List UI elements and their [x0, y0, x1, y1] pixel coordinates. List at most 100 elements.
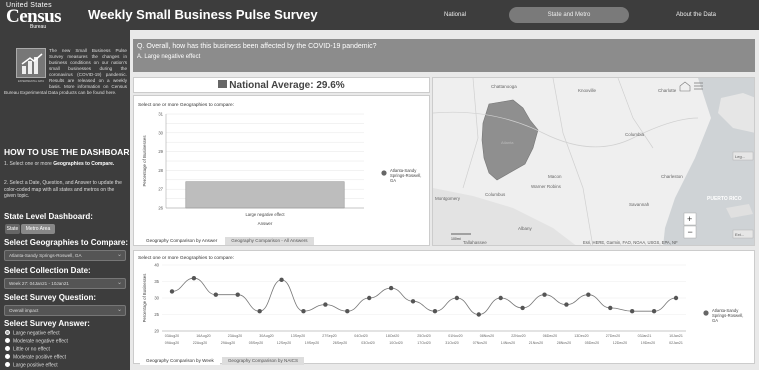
legend-marker — [703, 310, 709, 316]
legend-button-label: Leg... — [735, 154, 745, 159]
geography-dropdown[interactable]: Atlanta-Sandy Springs-Roswell, GA ⌄ — [4, 250, 126, 261]
tab-comparison-by-week[interactable]: Geography Comparison by Week — [140, 357, 220, 365]
radio-icon — [5, 346, 10, 351]
x-tick-label: 17Oct20 — [417, 341, 431, 345]
y-tick-label: 27 — [158, 187, 163, 192]
experimental-data-label: EXPERIMENTAL DATA — [17, 80, 45, 83]
answer-radio-moderate-negative[interactable]: Moderate negative effect — [5, 338, 68, 345]
date-dropdown[interactable]: Week 27: 04Jan21 - 10Jan21 ⌄ — [4, 278, 126, 289]
x-tick-label: 10Jan21 — [669, 334, 683, 338]
geo-heading: Select Geographies to Compare: — [4, 238, 129, 247]
data-point — [191, 276, 197, 281]
bar — [185, 181, 345, 209]
howto-heading: HOW TO USE THE DASHBOARD — [4, 147, 130, 157]
question-heading: Select Survey Question: — [4, 293, 97, 302]
zoom-out-icon: − — [688, 227, 693, 237]
x-tick-label: 06Dec20 — [543, 334, 557, 338]
x-tick-label: 09Aug20 — [165, 341, 179, 345]
map-view[interactable]: Chattanooga Knoxville Charlotte Columbia… — [432, 77, 755, 246]
y-tick-label: 40 — [154, 263, 159, 268]
y-axis-label: Percentage of Businesses — [142, 274, 147, 323]
tab-comparison-by-answer[interactable]: Geography Comparison by Answer — [140, 237, 224, 245]
tab-comparison-all-answers[interactable]: Geography Comparison - All Answers — [225, 237, 314, 245]
x-tick-label: 16Aug20 — [196, 334, 210, 338]
data-point — [323, 302, 328, 307]
y-tick-label: 25 — [154, 312, 159, 317]
legend-label: Atlanta-Sandy Springs-Roswell, GA — [712, 308, 743, 323]
x-tick-label: 18Oct20 — [386, 334, 400, 338]
answer-label: Little or no effect — [13, 346, 50, 353]
chevron-down-icon: ⌄ — [116, 280, 122, 286]
census-logo[interactable]: United States Census Bureau — [6, 2, 82, 30]
y-tick-label: 35 — [154, 279, 159, 284]
data-point — [629, 309, 635, 314]
map-label-knoxville: Knoxville — [578, 88, 597, 93]
answer-radio-little-none[interactable]: Little or no effect — [5, 346, 50, 353]
data-point — [498, 295, 503, 301]
answer-label: Moderate positive effect — [13, 354, 66, 361]
x-tick-label: 05Dec20 — [585, 341, 599, 345]
data-point — [388, 285, 394, 291]
zoom-in-icon: + — [687, 214, 692, 224]
legend-marker — [381, 170, 387, 176]
data-point — [301, 309, 306, 314]
x-tick-label: 04Oct20 — [354, 334, 368, 338]
extent-button-label: Ext... — [735, 232, 744, 237]
bar-chart-icon — [218, 80, 228, 88]
x-tick-label: 01Nov20 — [448, 334, 462, 338]
data-point — [651, 309, 657, 314]
x-tick-label: 13Sep20 — [291, 334, 305, 338]
series-line — [171, 277, 677, 315]
data-point — [213, 292, 219, 297]
data-point — [345, 309, 350, 314]
x-tick-label: 03Jan21 — [638, 334, 652, 338]
nav-tab-national[interactable]: National — [430, 7, 480, 23]
map-attribution: Esri, HERE, Garmin, FAO, NOAA, USGS, EPA… — [583, 240, 678, 245]
x-tick-label: 23Aug20 — [228, 334, 242, 338]
nav-tab-state-metro[interactable]: State and Metro — [509, 7, 629, 23]
nav-tab-about[interactable]: About the Data — [666, 7, 726, 23]
radio-icon — [5, 330, 10, 335]
x-tick-label: 12Sep20 — [277, 341, 291, 345]
x-tick-label: 02Jan21 — [669, 341, 683, 345]
data-point — [257, 309, 262, 314]
question-value: Overall impact — [9, 308, 39, 313]
national-average: National Average: 29.6% — [133, 77, 430, 93]
data-point — [564, 302, 569, 307]
answer-chart-panel: Select one or more Geographies to compar… — [133, 95, 430, 246]
x-tick-label: 27Dec20 — [606, 334, 620, 338]
question-dropdown[interactable]: Overall impact ⌄ — [4, 305, 126, 316]
data-point — [586, 292, 591, 297]
answer-text: A. Large negative effect — [137, 54, 201, 60]
data-point — [542, 292, 547, 297]
x-tick-label: 22Nov20 — [511, 334, 525, 338]
chevron-down-icon: ⌄ — [116, 252, 122, 258]
state-button[interactable]: State — [5, 224, 20, 234]
map-label-columbia: Columbia — [625, 132, 645, 137]
logo-main-text: Census — [6, 6, 62, 27]
bottom-panel-tabs: Geography Comparison by Week Geography C… — [140, 357, 306, 365]
x-tick-label: 12Dec20 — [613, 341, 627, 345]
map-label-columbus: Columbus — [485, 192, 506, 197]
x-tick-label: 08Nov20 — [480, 334, 494, 338]
experimental-data-icon — [16, 48, 46, 78]
data-point — [279, 277, 284, 283]
data-point — [673, 295, 679, 301]
map-scale-label: 100mi — [451, 237, 461, 241]
answer-radio-moderate-positive[interactable]: Moderate positive effect — [5, 354, 66, 361]
x-tick-label: 19Dec20 — [641, 341, 655, 345]
map-canvas[interactable]: Chattanooga Knoxville Charlotte Columbia… — [433, 78, 755, 246]
metro-area-button[interactable]: Metro Area — [21, 224, 55, 234]
x-axis-label: Answer — [258, 221, 273, 226]
tab-comparison-by-naics[interactable]: Geography Comparison by NAICS — [221, 357, 305, 365]
answer-heading: Select Survey Answer: — [4, 319, 90, 328]
answer-label: Large positive effect — [13, 362, 58, 369]
answer-radio-large-negative[interactable]: Large negative effect — [5, 330, 60, 337]
answer-label: Moderate negative effect — [13, 338, 68, 345]
y-tick-label: 30 — [158, 130, 163, 135]
chevron-down-icon: ⌄ — [116, 307, 122, 313]
x-tick-label: 05Sep20 — [249, 341, 263, 345]
x-tick-label: 14Nov20 — [501, 341, 515, 345]
x-tick-label: 25Oct20 — [417, 334, 431, 338]
answer-radio-large-positive[interactable]: Large positive effect — [5, 362, 58, 369]
